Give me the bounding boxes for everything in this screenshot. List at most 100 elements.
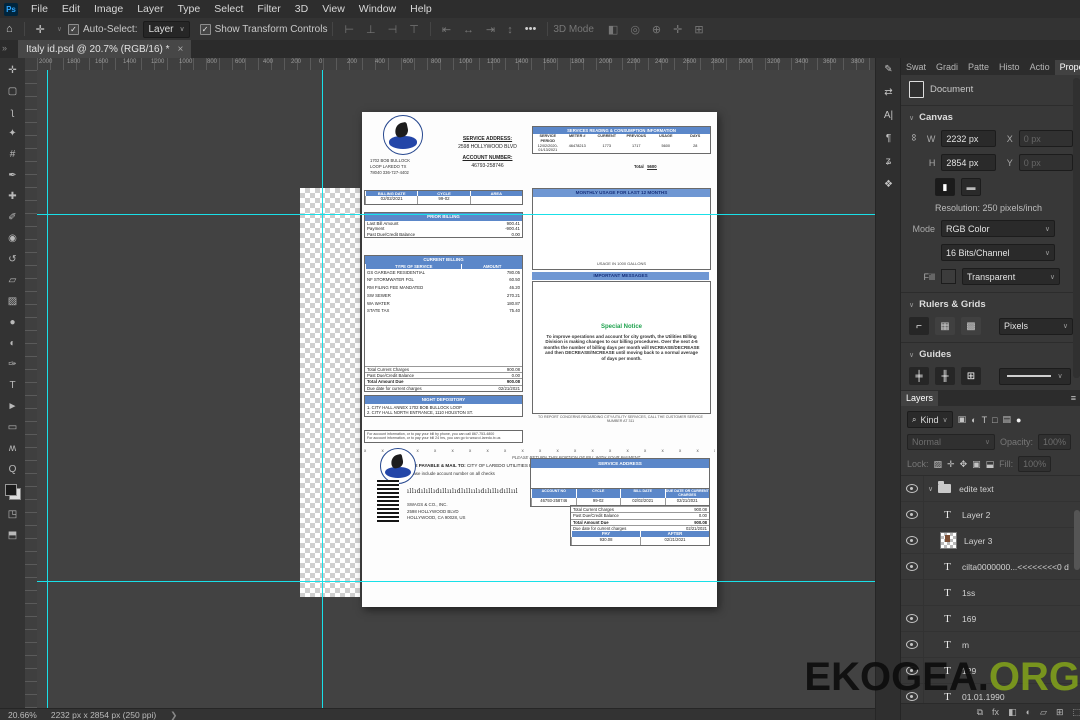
tool-icon[interactable]: ʅ xyxy=(2,102,23,123)
layer-visibility-toggle[interactable] xyxy=(901,502,924,527)
tool-icon[interactable]: ✒ xyxy=(2,165,23,186)
layer-row[interactable]: Layer 3 xyxy=(901,528,1080,554)
home-icon[interactable]: ⌂ xyxy=(0,23,19,35)
layer-thumbnail[interactable]: T xyxy=(940,637,955,652)
show-transform-checkbox[interactable]: ✓ xyxy=(199,23,211,35)
lock-position-icon[interactable]: ✥ xyxy=(960,459,968,470)
layer-row[interactable]: ∨ edite text xyxy=(901,476,1080,502)
auto-select-dropdown[interactable]: Layer ∨ xyxy=(143,20,190,38)
lock-pixels-icon[interactable]: ✛ xyxy=(947,459,955,470)
layer-thumbnail[interactable]: T xyxy=(940,585,955,600)
dock-panel-icon[interactable]: A| xyxy=(884,110,893,121)
menu-item[interactable]: View xyxy=(315,0,352,18)
filter-toggle-icon[interactable]: ● xyxy=(1016,415,1021,425)
tool-icon[interactable]: Q xyxy=(2,459,23,480)
dock-panel-icon[interactable]: ¶ xyxy=(886,133,891,144)
screen-mode-icon[interactable]: ⬒ xyxy=(2,525,23,546)
tab-histogram[interactable]: Histo xyxy=(994,60,1025,75)
horizontal-guide[interactable] xyxy=(37,581,875,582)
menu-item[interactable]: Window xyxy=(352,0,403,18)
layer-row[interactable]: T cilta0000000...<<<<<<<<0 d xyxy=(901,554,1080,580)
distribute-icon[interactable]: ⇥ xyxy=(480,24,501,36)
layers-action-icon[interactable]: fx xyxy=(992,707,999,717)
fill-field[interactable]: 100% xyxy=(1018,456,1052,472)
tab-swatches[interactable]: Swat xyxy=(901,60,931,75)
distribute-icon[interactable]: ↔ xyxy=(457,24,480,36)
tool-icon[interactable]: ► xyxy=(2,396,23,417)
filter-adjustment-layers-icon[interactable]: ◐ xyxy=(971,415,976,425)
layer-name[interactable]: edite text xyxy=(959,484,994,494)
distribute-icon[interactable]: ⇤ xyxy=(436,24,457,36)
dock-panel-icon[interactable]: ʑ xyxy=(886,156,891,167)
filter-shape-layers-icon[interactable]: □ xyxy=(992,415,997,425)
tool-icon[interactable]: ✐ xyxy=(2,207,23,228)
bit-depth-select[interactable]: 16 Bits/Channel ∨ xyxy=(941,244,1055,261)
color-mode-select[interactable]: RGB Color ∨ xyxy=(941,220,1055,237)
dock-panel-icon[interactable]: ⇄ xyxy=(884,87,892,98)
tool-icon[interactable]: ✚ xyxy=(2,186,23,207)
filter-smart-objects-icon[interactable]: ▤ xyxy=(1003,414,1012,425)
tool-icon[interactable]: ▱ xyxy=(2,270,23,291)
rulers-grids-section-header[interactable]: ∨ Rulers & Grids xyxy=(909,299,1073,310)
document-tab[interactable]: Italy id.psd @ 20.7% (RGB/16) * × xyxy=(18,40,192,58)
tool-icon[interactable]: ▭ xyxy=(2,417,23,438)
toggle-rulers-icon[interactable]: ⌐ xyxy=(909,317,929,335)
menu-item[interactable]: 3D xyxy=(288,0,315,18)
ruler-units-select[interactable]: Pixels ∨ xyxy=(999,317,1073,335)
guides-section-header[interactable]: ∨ Guides xyxy=(909,349,1073,360)
tab-patterns[interactable]: Patte xyxy=(963,60,994,75)
tool-icon[interactable]: ✑ xyxy=(2,354,23,375)
auto-select-checkbox[interactable]: ✓ xyxy=(68,23,79,35)
layer-visibility-toggle[interactable] xyxy=(901,476,924,501)
layers-action-icon[interactable]: ▱ xyxy=(1040,707,1047,718)
blend-mode-select[interactable]: Normal ∨ xyxy=(907,434,995,450)
layers-action-icon[interactable]: ⊞ xyxy=(1056,707,1064,718)
align-icon[interactable]: ⊣ xyxy=(382,24,404,36)
lock-transparency-icon[interactable]: ▨ xyxy=(934,459,943,470)
threed-tool-icon[interactable]: ◧ xyxy=(602,24,624,36)
tool-icon[interactable]: ʍ xyxy=(2,438,23,459)
tool-icon[interactable]: T xyxy=(2,375,23,396)
tool-icon[interactable]: ● xyxy=(2,312,23,333)
layer-thumbnail[interactable]: T xyxy=(940,559,955,574)
menu-item[interactable]: Select xyxy=(207,0,250,18)
menu-item[interactable]: Help xyxy=(403,0,439,18)
layer-thumbnail[interactable] xyxy=(940,532,957,549)
tab-layers[interactable]: Layers xyxy=(901,391,939,406)
layer-name[interactable]: Layer 3 xyxy=(964,536,992,546)
menu-item[interactable]: File xyxy=(24,0,55,18)
layer-name[interactable]: m xyxy=(962,640,969,650)
canvas-width-field[interactable]: 2232 px xyxy=(941,130,996,147)
threed-tool-icon[interactable]: ✛ xyxy=(667,24,688,36)
layer-name[interactable]: 169 xyxy=(962,614,976,624)
layers-action-icon[interactable]: ⬚ xyxy=(1072,707,1080,718)
menu-item[interactable]: Filter xyxy=(250,0,287,18)
tab-overflow-icon[interactable]: » xyxy=(2,43,7,53)
zoom-level[interactable]: 20.66% xyxy=(8,710,37,720)
photoshop-app-icon[interactable]: Ps xyxy=(4,2,18,16)
canvas-height-field[interactable]: 2854 px xyxy=(941,154,996,171)
tool-icon[interactable]: # xyxy=(2,144,23,165)
canvas-section-header[interactable]: ∨ Canvas xyxy=(909,112,1073,123)
tool-icon[interactable]: ◉ xyxy=(2,228,23,249)
layer-filter-kind-select[interactable]: ⌕ Kind ∨ xyxy=(907,411,953,428)
tool-icon[interactable]: ◐ xyxy=(2,333,23,354)
landscape-orientation-button[interactable]: ▬ xyxy=(961,178,981,196)
threed-tool-icon[interactable]: ◎ xyxy=(624,24,646,36)
threed-tool-icon[interactable]: ⊞ xyxy=(688,24,709,36)
tool-caret-icon[interactable]: ∨ xyxy=(51,25,68,33)
transparent-canvas-area[interactable] xyxy=(300,188,360,597)
lock-guides-icon[interactable]: ╫ xyxy=(935,367,955,385)
tab-properties[interactable]: Properties xyxy=(1054,60,1080,75)
tab-actions[interactable]: Actio xyxy=(1025,60,1055,75)
more-options-icon[interactable]: ••• xyxy=(519,23,543,35)
lock-all-icon[interactable]: ⬓ xyxy=(986,459,995,470)
align-icon[interactable]: ⊢ xyxy=(338,24,360,36)
layer-row[interactable]: T Layer 2 xyxy=(901,502,1080,528)
layers-action-icon[interactable]: ◧ xyxy=(1008,707,1017,718)
layer-visibility-toggle[interactable] xyxy=(901,580,924,605)
lock-artboard-icon[interactable]: ▣ xyxy=(972,459,981,470)
horizontal-guide[interactable] xyxy=(37,214,875,215)
status-chevron-icon[interactable]: ❯ xyxy=(170,710,177,720)
filter-type-layers-icon[interactable]: T xyxy=(982,415,988,425)
